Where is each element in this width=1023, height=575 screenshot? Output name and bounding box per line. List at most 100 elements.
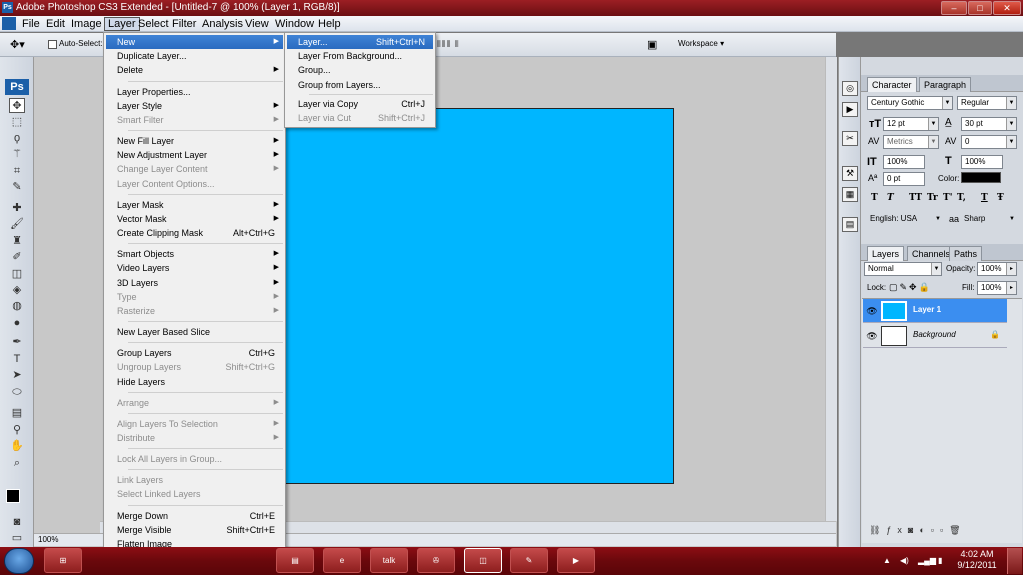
pen-tool-icon[interactable]: ✒ [9, 335, 25, 350]
menu-item-layer[interactable]: Layer... Shift+Ctrl+N [287, 35, 433, 49]
history-brush-tool-icon[interactable]: ✐ [9, 250, 25, 265]
menu-item-ungroup-layers[interactable]: Ungroup Layers Shift+Ctrl+G [106, 360, 283, 374]
taskbar-photoshop-icon[interactable]: ◫ [464, 548, 502, 573]
taskbar-document-icon[interactable]: ▤ [276, 548, 314, 573]
maximize-button[interactable]: □ [968, 1, 992, 15]
menu-item-new[interactable]: New ▶ [106, 35, 283, 49]
tray-arrow-icon[interactable]: ▲ [883, 556, 891, 565]
magic-wand-tool-icon[interactable]: ⚚ [9, 147, 25, 162]
eyedropper-tool-icon[interactable]: ⚲ [9, 423, 25, 438]
zoom-tool-icon[interactable]: ⌕ [9, 456, 25, 471]
layer-row-background[interactable]: 👁 Background 🔒 [863, 324, 1007, 348]
menu-item-distribute[interactable]: Distribute ▶ [106, 431, 283, 445]
tab-character[interactable]: Character [867, 77, 917, 92]
menu-item-type[interactable]: Type ▶ [106, 290, 283, 304]
font-size-field[interactable]: 12 pt ▼ [883, 117, 939, 131]
kerning-field[interactable]: Metrics ▼ [883, 135, 939, 149]
blur-tool-icon[interactable]: ◍ [9, 299, 25, 314]
faux-italic-button[interactable]: T [887, 193, 894, 203]
language-select[interactable]: English: USA ▼ [867, 213, 943, 227]
tool-presets-icon[interactable]: ✂ [842, 131, 858, 146]
strikethrough-button[interactable]: Ŧ [997, 193, 1004, 203]
auto-select-checkbox[interactable] [48, 40, 57, 49]
menu-item-layer-style[interactable]: Layer Style ▶ [106, 99, 283, 113]
info-icon[interactable]: ▤ [842, 217, 858, 232]
minimize-button[interactable]: – [941, 1, 967, 15]
clone-stamp-tool-icon[interactable]: ♜ [9, 234, 25, 249]
menu-item-3d-layers[interactable]: 3D Layers ▶ [106, 276, 283, 290]
layer-row-layer-1[interactable]: 👁 Layer 1 [863, 299, 1007, 323]
taskbar-ie-icon[interactable]: e [323, 548, 361, 573]
document-canvas[interactable] [285, 108, 674, 484]
dodge-tool-icon[interactable]: ● [9, 316, 25, 331]
menu-item-new-adjustment-layer[interactable]: New Adjustment Layer ▶ [106, 148, 283, 162]
move-tool-icon[interactable]: ✥ [9, 98, 25, 113]
visibility-eye-icon[interactable]: 👁 [866, 331, 878, 341]
clone-source-icon[interactable]: ▦ [842, 187, 858, 202]
menu-image[interactable]: Image [68, 17, 105, 31]
distribute-icons[interactable]: ⫴⫴⫴ ⫴ [437, 39, 507, 51]
menu-item-create-clipping-mask[interactable]: Create Clipping Mask Alt+Ctrl+G [106, 226, 283, 240]
small-caps-button[interactable]: Tr [927, 193, 938, 203]
workspace-button[interactable]: Workspace ▾ [678, 39, 724, 48]
notes-tool-icon[interactable]: ▤ [9, 406, 25, 421]
subscript-button[interactable]: T, [957, 193, 966, 203]
lasso-tool-icon[interactable]: ϙ [9, 131, 25, 146]
menu-item-hide-layers[interactable]: Hide Layers [106, 375, 283, 389]
menu-item-layer-via-copy[interactable]: Layer via Copy Ctrl+J [287, 97, 433, 111]
type-tool-icon[interactable]: T [9, 352, 25, 367]
slice-tool-icon[interactable]: ✎ [9, 180, 25, 195]
taskbar-talk-icon[interactable]: talk [370, 548, 408, 573]
paint-bucket-tool-icon[interactable]: ◈ [9, 283, 25, 298]
brushes-icon[interactable]: ⚒ [842, 166, 858, 181]
menu-analysis[interactable]: Analysis [199, 17, 246, 31]
fill-field[interactable]: 100% ▸ [977, 281, 1017, 295]
vertical-scale-field[interactable]: 100% [883, 155, 925, 169]
screen-mode-icon[interactable]: ▭ [9, 531, 25, 546]
tray-network-icon[interactable]: ▂▄▆ [918, 556, 936, 565]
menu-item-merge-visible[interactable]: Merge Visible Shift+Ctrl+E [106, 523, 283, 537]
menu-item-layer-content-options[interactable]: Layer Content Options... [106, 177, 283, 191]
navigator-icon[interactable]: ◎ [842, 81, 858, 96]
menu-item-align-layers-to-selection[interactable]: Align Layers To Selection ▶ [106, 417, 283, 431]
taskbar-paint-icon[interactable]: ✎ [510, 548, 548, 573]
menu-item-duplicate-layer[interactable]: Duplicate Layer... [106, 49, 283, 63]
superscript-button[interactable]: T' [943, 193, 952, 203]
underline-button[interactable]: T [981, 193, 988, 203]
font-family-select[interactable]: Century Gothic ▼ [867, 96, 953, 110]
menu-window[interactable]: Window [272, 17, 317, 31]
opacity-field[interactable]: 100% ▸ [977, 262, 1017, 276]
layer-name[interactable]: Layer 1 [913, 305, 941, 314]
healing-brush-tool-icon[interactable]: ✚ [9, 201, 25, 216]
start-button[interactable] [4, 548, 34, 574]
menu-item-rasterize[interactable]: Rasterize ▶ [106, 304, 283, 318]
move-tool-preset-icon[interactable]: ✥▾ [10, 37, 36, 53]
leading-field[interactable]: 30 pt ▼ [961, 117, 1017, 131]
tab-paragraph[interactable]: Paragraph [919, 77, 972, 92]
marquee-tool-icon[interactable]: ⬚ [9, 115, 25, 130]
menu-item-merge-down[interactable]: Merge Down Ctrl+E [106, 509, 283, 523]
menu-view[interactable]: View [242, 17, 272, 31]
taskbar-media-icon[interactable]: ✇ [417, 548, 455, 573]
shape-tool-icon[interactable]: ⬭ [9, 385, 25, 400]
tab-paths[interactable]: Paths [949, 246, 983, 261]
path-selection-tool-icon[interactable]: ➤ [9, 368, 25, 383]
lock-icons[interactable]: ▢✎✥🔒 [889, 282, 932, 293]
layers-panel-footer-icons[interactable]: ⛓ƒx◙◐▫▫🗑 [869, 525, 1019, 537]
menu-item-arrange[interactable]: Arrange ▶ [106, 396, 283, 410]
show-desktop-button[interactable] [1007, 548, 1022, 574]
horizontal-scale-field[interactable]: 100% [961, 155, 1003, 169]
tracking-field[interactable]: 0 ▼ [961, 135, 1017, 149]
menu-filter[interactable]: Filter [169, 17, 199, 31]
menu-item-delete[interactable]: Delete ▶ [106, 63, 283, 77]
tray-battery-icon[interactable]: ▮ [938, 556, 942, 565]
vertical-scrollbar[interactable] [825, 57, 837, 521]
taskbar-clock[interactable]: 4:02 AM 9/12/2011 [955, 549, 999, 573]
menu-item-lock-all-layers-in-group[interactable]: Lock All Layers in Group... [106, 452, 283, 466]
menu-item-layer-mask[interactable]: Layer Mask ▶ [106, 198, 283, 212]
menu-item-layer-from-background[interactable]: Layer From Background... [287, 49, 433, 63]
menu-item-vector-mask[interactable]: Vector Mask ▶ [106, 212, 283, 226]
font-style-select[interactable]: Regular ▼ [957, 96, 1017, 110]
baseline-shift-field[interactable]: 0 pt [883, 172, 925, 186]
menu-item-group-layers[interactable]: Group Layers Ctrl+G [106, 346, 283, 360]
